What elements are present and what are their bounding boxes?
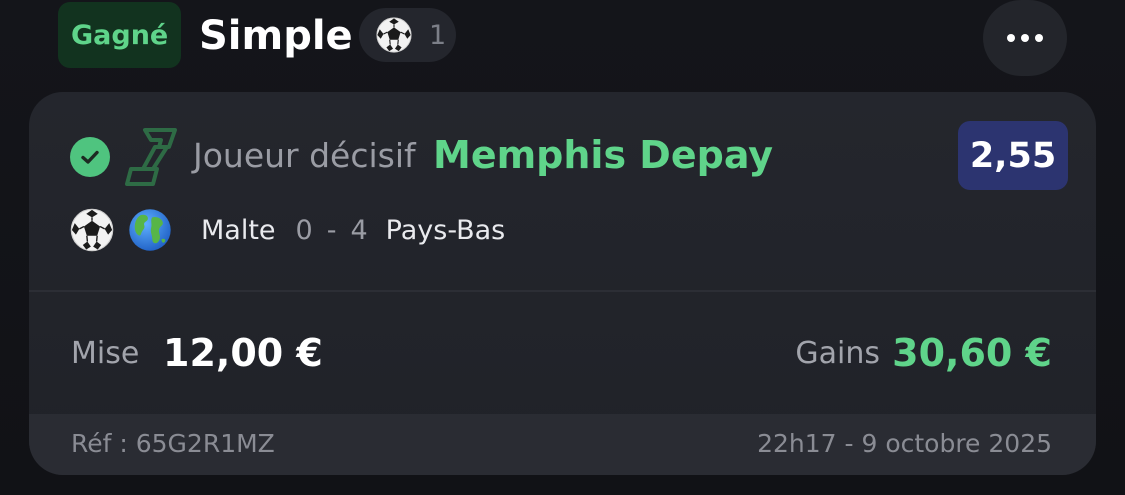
winnings-value: 30,60 € (892, 331, 1052, 375)
card-divider (29, 290, 1096, 292)
bet-type-title: Simple (199, 13, 353, 59)
odds-badge: 2,55 (958, 121, 1068, 190)
event-score: Malte 0 - 4 Pays-Bas (201, 215, 505, 246)
bet-card[interactable]: Joueur décisif Memphis Depay 2,55 Malte … (29, 92, 1096, 475)
stake-label: Mise (71, 336, 140, 371)
card-footer: Réf : 65G2R1MZ 22h17 - 9 octobre 2025 (29, 414, 1096, 475)
status-badge: Gagné (58, 2, 182, 68)
bet-timestamp: 22h17 - 9 octobre 2025 (757, 429, 1052, 458)
winnings-label: Gains (795, 336, 880, 371)
globe-icon (129, 209, 171, 251)
selection-count: 1 (429, 19, 447, 51)
stake-value: 12,00 € (163, 331, 323, 375)
more-horizontal-icon (1007, 34, 1043, 42)
away-team: Pays-Bas (385, 214, 506, 246)
home-team: Malte (201, 214, 276, 246)
check-circle-icon (70, 137, 110, 177)
home-score: 0 (295, 214, 313, 246)
selection-count-pill: 1 (359, 8, 456, 62)
selection-name: Memphis Depay (433, 133, 774, 177)
score-separator: - (326, 214, 337, 246)
more-options-button[interactable] (983, 0, 1067, 76)
event-row[interactable]: Malte 0 - 4 Pays-Bas (69, 206, 505, 254)
away-score: 4 (350, 214, 368, 246)
bet-history-page: Gagné Simple 1 Joueur décisif Memphis De… (0, 0, 1125, 495)
decisive-player-icon (125, 128, 177, 186)
soccer-ball-icon (376, 17, 412, 53)
soccer-ball-icon (70, 208, 114, 252)
market-name: Joueur décisif (193, 136, 416, 175)
bet-reference: Réf : 65G2R1MZ (71, 429, 275, 458)
